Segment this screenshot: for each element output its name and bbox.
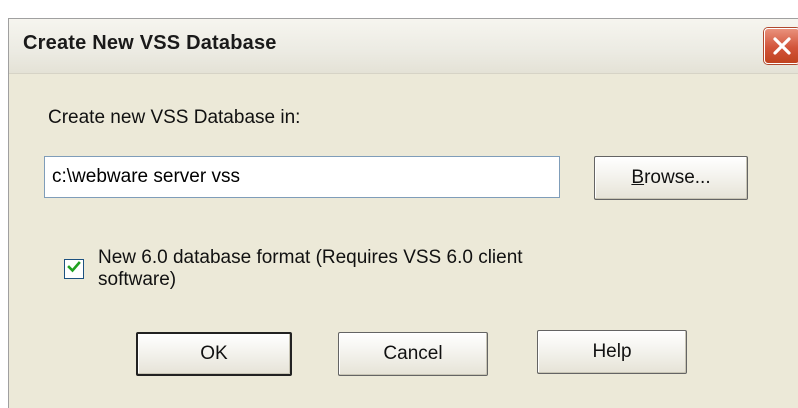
browse-mnemonic: B (631, 167, 645, 188)
help-label: Help (592, 341, 632, 362)
close-icon (771, 35, 793, 57)
title-bar[interactable]: Create New VSS Database (9, 19, 798, 74)
close-button[interactable] (764, 28, 798, 64)
new-format-label: New 6.0 database format (Requires VSS 6.… (98, 247, 523, 290)
cancel-button[interactable]: Cancel (338, 332, 488, 376)
ok-label: OK (200, 343, 228, 364)
browse-button[interactable]: Browse... (594, 156, 748, 200)
location-label: Create new VSS Database in: (48, 107, 301, 128)
new-format-checkbox[interactable] (64, 259, 84, 279)
dialog-title: Create New VSS Database (23, 32, 277, 54)
browse-label: rowse... (644, 167, 711, 188)
help-button[interactable]: Help (537, 330, 687, 374)
cancel-label: Cancel (383, 343, 443, 364)
ok-button[interactable]: OK (136, 332, 292, 376)
database-path-input[interactable] (44, 156, 560, 198)
checkmark-icon (67, 260, 81, 279)
